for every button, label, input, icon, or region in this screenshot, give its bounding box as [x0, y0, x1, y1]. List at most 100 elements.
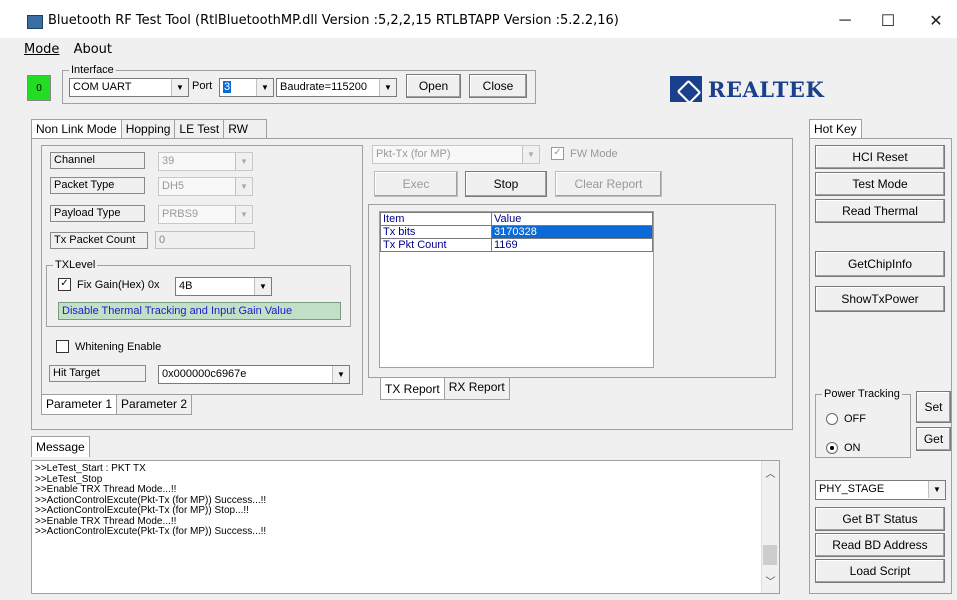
load-script-button[interactable]: Load Script — [815, 559, 945, 583]
off-label: OFF — [844, 413, 866, 425]
tx-packet-count-input[interactable]: 0 — [155, 231, 255, 249]
scrollbar-thumb[interactable] — [763, 545, 777, 565]
tab-hopping[interactable]: Hopping — [120, 119, 176, 139]
chevron-down-icon: ▼ — [235, 153, 252, 170]
interface-select[interactable]: COM UART ▼ — [69, 78, 189, 97]
chevron-down-icon: ▼ — [235, 178, 252, 195]
whitening-checkbox[interactable]: Whitening Enable — [56, 340, 161, 353]
maximize-button[interactable]: ☐ — [868, 8, 908, 34]
packet-type-value: DH5 — [162, 180, 185, 192]
port-label: Port — [192, 80, 213, 92]
payload-type-label: Payload Type — [50, 205, 145, 222]
table-row[interactable]: Tx Pkt Count 1169 — [380, 238, 653, 252]
checkbox-empty-icon — [56, 340, 69, 353]
close-port-button[interactable]: Close — [469, 74, 527, 98]
get-button[interactable]: Get — [916, 427, 951, 451]
fix-gain-checkbox[interactable]: ✓ Fix Gain(Hex) 0x — [58, 278, 160, 291]
tab-rw[interactable]: RW — [223, 119, 268, 139]
parameter-tabstrip: Parameter 1 Parameter 2 — [41, 395, 193, 415]
whitening-label: Whitening Enable — [75, 340, 162, 353]
chevron-down-icon: ▼ — [256, 79, 273, 96]
log-line: >>LeTest_Start : PKT TX — [35, 463, 146, 474]
tx-packet-count-label: Tx Packet Count — [50, 232, 148, 249]
channel-select[interactable]: 39 ▼ — [158, 152, 253, 171]
hci-reset-button[interactable]: HCI Reset — [815, 145, 945, 169]
power-tracking-off-radio[interactable]: OFF — [826, 413, 866, 425]
chevron-down-icon: ▼ — [171, 79, 188, 96]
read-bd-address-button[interactable]: Read BD Address — [815, 533, 945, 557]
chevron-up-icon[interactable]: ︿ — [762, 465, 779, 480]
port-select[interactable]: 3 ▼ — [219, 78, 274, 97]
chevron-down-icon: ▼ — [254, 278, 271, 295]
tab-non-link-mode[interactable]: Non Link Mode — [31, 119, 122, 139]
table-header-item: Item — [380, 212, 492, 226]
stop-button[interactable]: Stop — [465, 171, 547, 197]
table-header-value: Value — [491, 212, 653, 226]
status-indicator: 0 — [27, 75, 51, 101]
baudrate-select[interactable]: Baudrate=115200 ▼ — [276, 78, 397, 97]
packet-type-select[interactable]: DH5 ▼ — [158, 177, 253, 196]
exec-button[interactable]: Exec — [374, 171, 458, 197]
report-table-header: Item Value — [380, 212, 653, 226]
tab-message[interactable]: Message — [31, 436, 90, 457]
chevron-down-icon: ▼ — [522, 146, 539, 163]
row-item: Tx bits — [380, 225, 492, 239]
message-log[interactable]: >>LeTest_Start : PKT TX >>LeTest_Stop >>En… — [31, 460, 780, 594]
message-lines: >>LeTest_Start : PKT TX >>LeTest_Stop >>En… — [35, 463, 267, 538]
radio-empty-icon — [826, 413, 838, 425]
payload-type-select[interactable]: PRBS9 ▼ — [158, 205, 253, 224]
message-scrollbar[interactable]: ︿ ﹀ — [761, 461, 779, 593]
checkmark-icon: ✓ — [58, 278, 71, 291]
set-button[interactable]: Set — [916, 391, 951, 423]
test-mode-value: Pkt-Tx (for MP) — [376, 148, 451, 160]
get-chip-info-button[interactable]: GetChipInfo — [815, 251, 945, 277]
fix-gain-value: 4B — [179, 280, 193, 292]
hotkey-tabstrip: Hot Key — [809, 119, 862, 139]
fw-mode-label: FW Mode — [570, 147, 618, 160]
on-label: ON — [844, 442, 861, 454]
report-table: Item Value Tx bits 3170328 Tx Pkt Count … — [380, 212, 653, 252]
read-thermal-button[interactable]: Read Thermal — [815, 199, 945, 223]
get-bt-status-button[interactable]: Get BT Status — [815, 507, 945, 531]
interface-value: COM UART — [73, 81, 132, 93]
tab-parameter-2[interactable]: Parameter 2 — [116, 395, 193, 415]
table-row[interactable]: Tx bits 3170328 — [380, 225, 653, 239]
test-mode-select[interactable]: Pkt-Tx (for MP) ▼ — [372, 145, 540, 164]
fix-gain-label: Fix Gain(Hex) 0x — [77, 278, 160, 291]
phy-stage-value: PHY_STAGE — [819, 483, 885, 495]
clear-report-button[interactable]: Clear Report — [555, 171, 662, 197]
minimize-button[interactable]: ─ — [825, 8, 865, 34]
txlevel-legend: TXLevel — [55, 259, 96, 271]
close-window-button[interactable]: ✕ — [916, 8, 956, 34]
baudrate-value: Baudrate=115200 — [280, 81, 367, 93]
show-tx-power-button[interactable]: ShowTxPower — [815, 286, 945, 312]
tab-hot-key[interactable]: Hot Key — [809, 119, 862, 139]
open-button[interactable]: Open — [406, 74, 461, 98]
menu-mode[interactable]: Mode — [24, 42, 59, 57]
row-value: 1169 — [491, 238, 653, 252]
chevron-down-icon: ▼ — [235, 206, 252, 223]
window-title: Bluetooth RF Test Tool (RtlBluetoothMP.d… — [48, 13, 619, 28]
log-line: >>ActionControlExcute(Pkt-Tx (for MP)) S… — [35, 526, 267, 537]
tab-rx-report[interactable]: RX Report — [443, 378, 510, 400]
chevron-down-icon: ▼ — [379, 79, 396, 96]
chevron-down-icon[interactable]: ﹀ — [762, 573, 779, 588]
thermal-tracking-note: Disable Thermal Tracking and Input Gain … — [58, 302, 341, 320]
hit-target-select[interactable]: 0x000000c6967e ▼ — [158, 365, 350, 384]
fix-gain-select[interactable]: 4B ▼ — [175, 277, 272, 296]
row-value: 3170328 — [491, 225, 653, 239]
checkmark-icon: ✓ — [551, 147, 564, 160]
tab-parameter-1[interactable]: Parameter 1 — [41, 395, 118, 415]
report-tabstrip: TX Report RX Report — [380, 378, 510, 400]
channel-value: 39 — [162, 155, 175, 167]
fw-mode-checkbox[interactable]: ✓ FW Mode — [551, 147, 618, 160]
power-tracking-on-radio[interactable]: ON — [826, 442, 861, 454]
phy-stage-select[interactable]: PHY_STAGE ▼ — [815, 480, 946, 500]
payload-type-value: PRBS9 — [162, 208, 199, 220]
tab-tx-report[interactable]: TX Report — [380, 378, 445, 400]
menu-about[interactable]: About — [74, 42, 112, 57]
interface-legend: Interface — [71, 64, 114, 76]
tab-le-test[interactable]: LE Test — [174, 119, 225, 139]
test-mode-button[interactable]: Test Mode — [815, 172, 945, 196]
app-icon — [27, 15, 43, 29]
